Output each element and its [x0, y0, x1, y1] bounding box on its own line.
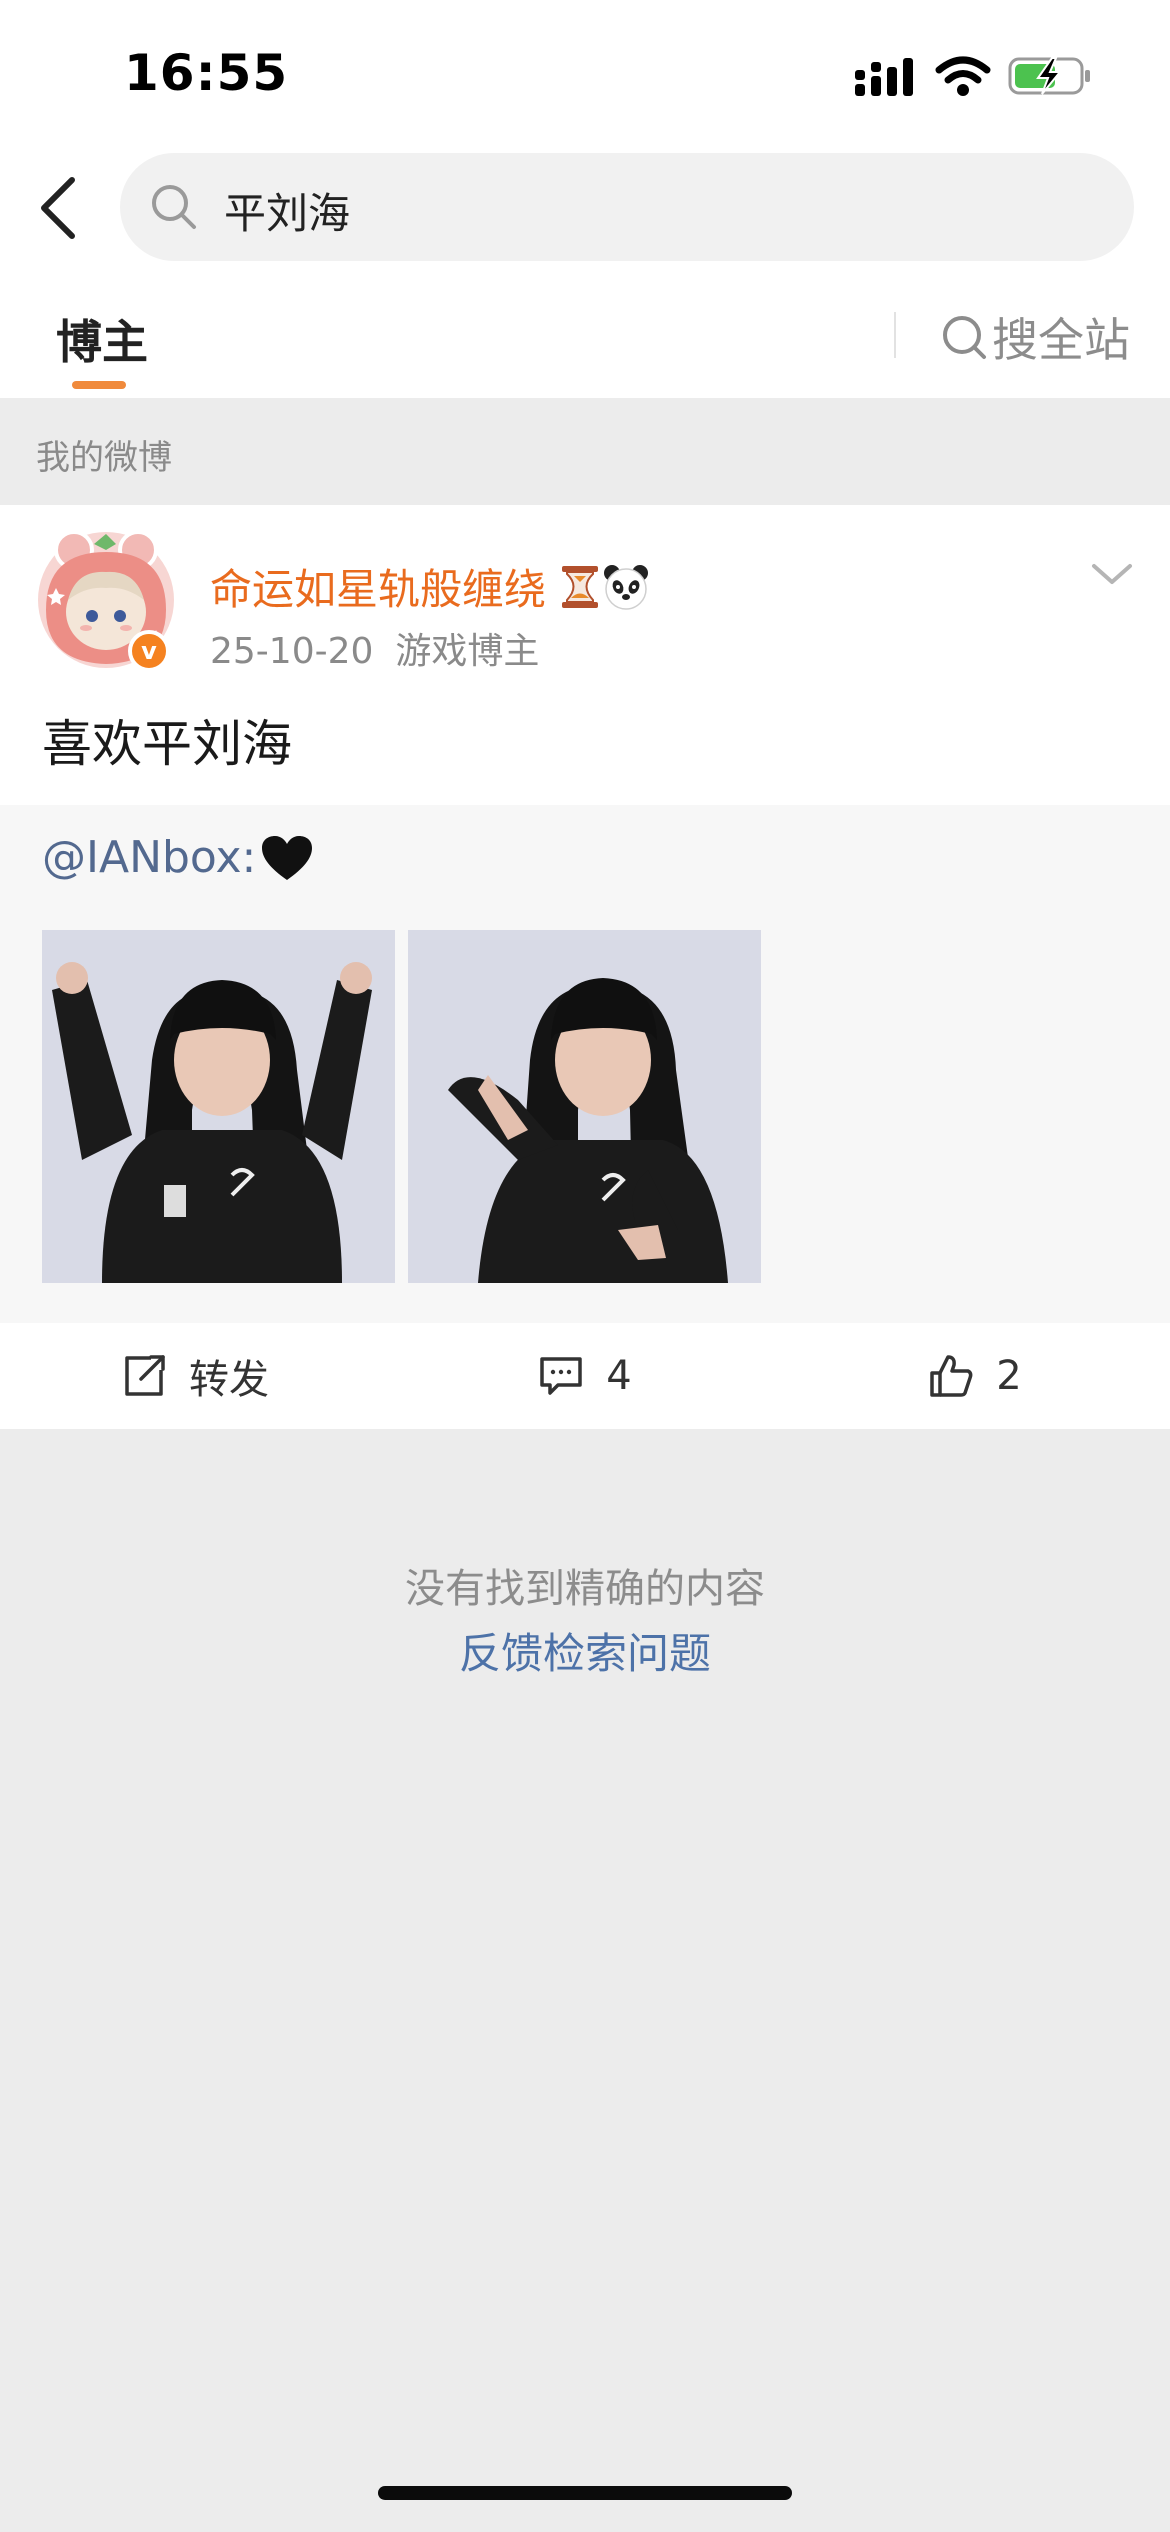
repost-image-1[interactable]	[42, 930, 395, 1283]
post-author[interactable]: 命运如星轨般缠绕	[210, 556, 650, 617]
home-indicator[interactable]	[378, 2486, 792, 2500]
search-input[interactable]: 平刘海	[120, 153, 1134, 261]
active-tab-indicator	[72, 381, 126, 389]
search-icon	[152, 185, 196, 229]
repost-label: 转发	[189, 1357, 269, 1403]
post-author-tag: 游戏博主	[395, 631, 540, 672]
chevron-left-icon	[41, 177, 75, 239]
comment-count: 4	[606, 1353, 632, 1399]
photo-person-icon	[42, 930, 395, 1283]
post-meta: 25-10-20 游戏博主	[210, 622, 539, 674]
battery-charging-icon	[1008, 57, 1090, 95]
tab-blogger[interactable]: 博主	[56, 306, 148, 372]
comment-button[interactable]: 4	[390, 1323, 780, 1429]
post-author-name: 命运如星轨般缠绕	[210, 565, 547, 614]
search-icon	[943, 316, 986, 359]
panda-icon	[604, 564, 649, 610]
post-action-bar: 转发 4 2	[0, 1323, 1170, 1429]
black-heart-icon	[262, 835, 313, 880]
search-query: 平刘海	[224, 189, 351, 238]
feedback-link[interactable]: 反馈检索问题	[0, 1620, 1170, 1681]
chevron-down-icon[interactable]	[1088, 554, 1136, 594]
search-all-button[interactable]: 搜全站	[940, 304, 1130, 370]
verified-badge: v	[128, 630, 170, 672]
wifi-icon	[935, 56, 991, 96]
search-all-label: 搜全站	[992, 313, 1130, 367]
repost-icon	[125, 1355, 165, 1396]
back-button[interactable]	[22, 168, 94, 248]
comment-icon	[540, 1357, 583, 1395]
empty-state-message: 没有找到精确的内容	[405, 1566, 765, 1612]
hourglass-icon	[562, 565, 599, 608]
photo-person-icon	[408, 930, 761, 1283]
status-time: 16:55	[124, 44, 289, 102]
post-text[interactable]: 喜欢平刘海	[42, 704, 292, 776]
author-emoji-group	[558, 563, 650, 611]
repost-author-handle: @IANbox:	[42, 832, 257, 883]
thumbs-up-icon	[930, 1355, 973, 1397]
like-count: 2	[996, 1353, 1022, 1399]
repost-image-2[interactable]	[408, 930, 761, 1283]
repost-button[interactable]: 转发	[0, 1323, 390, 1429]
tab-divider	[894, 312, 896, 358]
post-date: 25-10-20	[210, 631, 374, 672]
like-button[interactable]: 2	[780, 1323, 1170, 1429]
repost-author[interactable]: @IANbox:	[42, 832, 314, 883]
section-title: 我的微博	[36, 438, 172, 478]
cellular-signal-icon	[855, 58, 913, 96]
